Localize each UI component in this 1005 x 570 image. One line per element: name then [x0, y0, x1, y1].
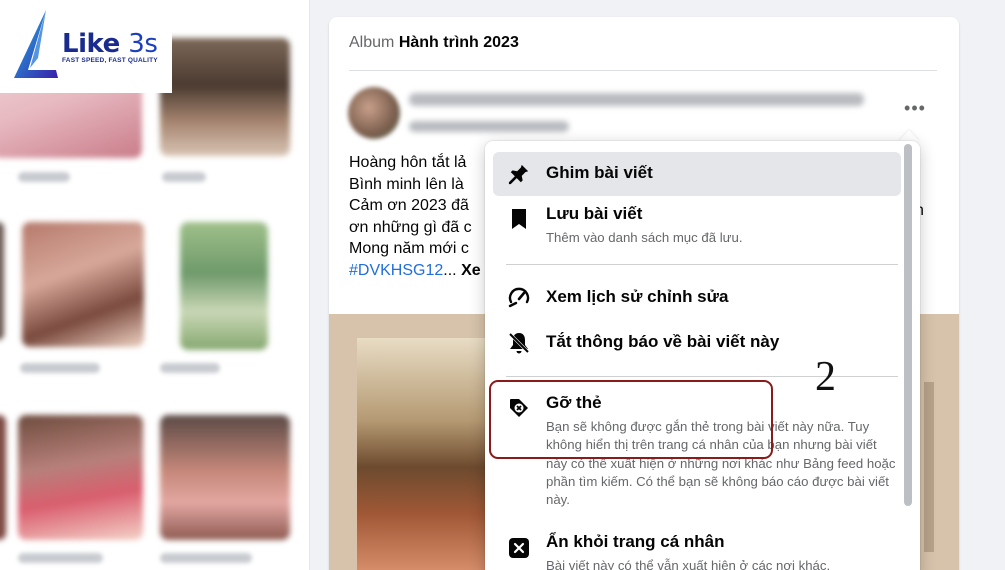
menu-item-hide-from-profile[interactable]: Ẩn khỏi trang cá nhân Bài viết này có th… [493, 526, 901, 570]
more-horizontal-icon: ••• [904, 98, 926, 118]
menu-item-description: Bài viết này có thể vẫn xuất hiện ở các … [546, 558, 831, 570]
pin-icon [507, 162, 531, 186]
author-avatar[interactable] [348, 87, 400, 139]
photo-content [924, 382, 934, 552]
menu-item-save-post[interactable]: Lưu bài viết Thêm vào danh sách mục đã l… [493, 197, 901, 255]
menu-item-mute-notifications[interactable]: Tắt thông báo về bài viết này [493, 321, 901, 365]
menu-separator [506, 264, 898, 265]
photo-caption [162, 172, 206, 182]
logo-brand: Like [62, 29, 120, 59]
photo-thumb[interactable] [160, 415, 290, 540]
logo-brand-suffix: 3s [128, 29, 158, 59]
photo-thumb[interactable] [0, 415, 6, 540]
photo-caption [160, 553, 252, 563]
photo-thumb[interactable] [180, 222, 268, 350]
author-name-blurred[interactable] [409, 93, 864, 106]
more-options-button[interactable]: ••• [903, 99, 927, 121]
photo-thumb[interactable] [0, 222, 4, 340]
bell-off-icon [507, 331, 531, 355]
photo-caption [18, 553, 103, 563]
menu-item-label: Tắt thông báo về bài viết này [546, 332, 780, 351]
hashtag-link[interactable]: #DVKHSG12 [349, 262, 443, 279]
album-name[interactable]: Hành trình 2023 [399, 34, 519, 51]
menu-item-pin-post[interactable]: Ghim bài viết [493, 152, 901, 196]
annotation-highlight [489, 380, 773, 459]
photo-content [357, 338, 495, 570]
menu-item-label: Ghim bài viết [546, 163, 653, 182]
photo-caption [18, 172, 70, 182]
album-title: Album Hành trình 2023 [349, 34, 519, 52]
menu-item-label: Ẩn khỏi trang cá nhân [546, 532, 725, 551]
annotation-step-number: 2 [815, 354, 836, 400]
menu-item-edit-history[interactable]: Xem lịch sử chỉnh sửa [493, 276, 901, 320]
divider [349, 70, 937, 71]
logo-mark-icon [14, 9, 58, 78]
menu-scrollbar-thumb[interactable] [904, 144, 912, 506]
post-options-menu: Ghim bài viết Lưu bài viết Thêm vào danh… [485, 141, 920, 570]
hide-x-icon [507, 536, 531, 560]
photo-thumb[interactable] [22, 222, 144, 347]
ellipsis: ... [443, 261, 457, 279]
post-date-blurred[interactable] [409, 121, 569, 132]
edit-history-icon [507, 286, 531, 310]
menu-item-description: Thêm vào danh sách mục đã lưu. [546, 230, 743, 245]
see-more-link[interactable]: Xe [461, 262, 481, 279]
bookmark-icon [507, 207, 531, 231]
menu-item-label: Lưu bài viết [546, 204, 643, 223]
photo-caption [160, 363, 220, 373]
photo-caption [20, 363, 100, 373]
photo-thumb[interactable] [160, 38, 290, 156]
menu-item-label: Xem lịch sử chỉnh sửa [546, 287, 729, 306]
like3s-logo: Like 3s FAST SPEED, FAST QUALITY [0, 0, 172, 93]
logo-tagline: FAST SPEED, FAST QUALITY [62, 57, 158, 64]
album-prefix: Album [349, 34, 395, 51]
photo-thumb[interactable] [18, 415, 143, 540]
menu-separator [506, 376, 898, 377]
